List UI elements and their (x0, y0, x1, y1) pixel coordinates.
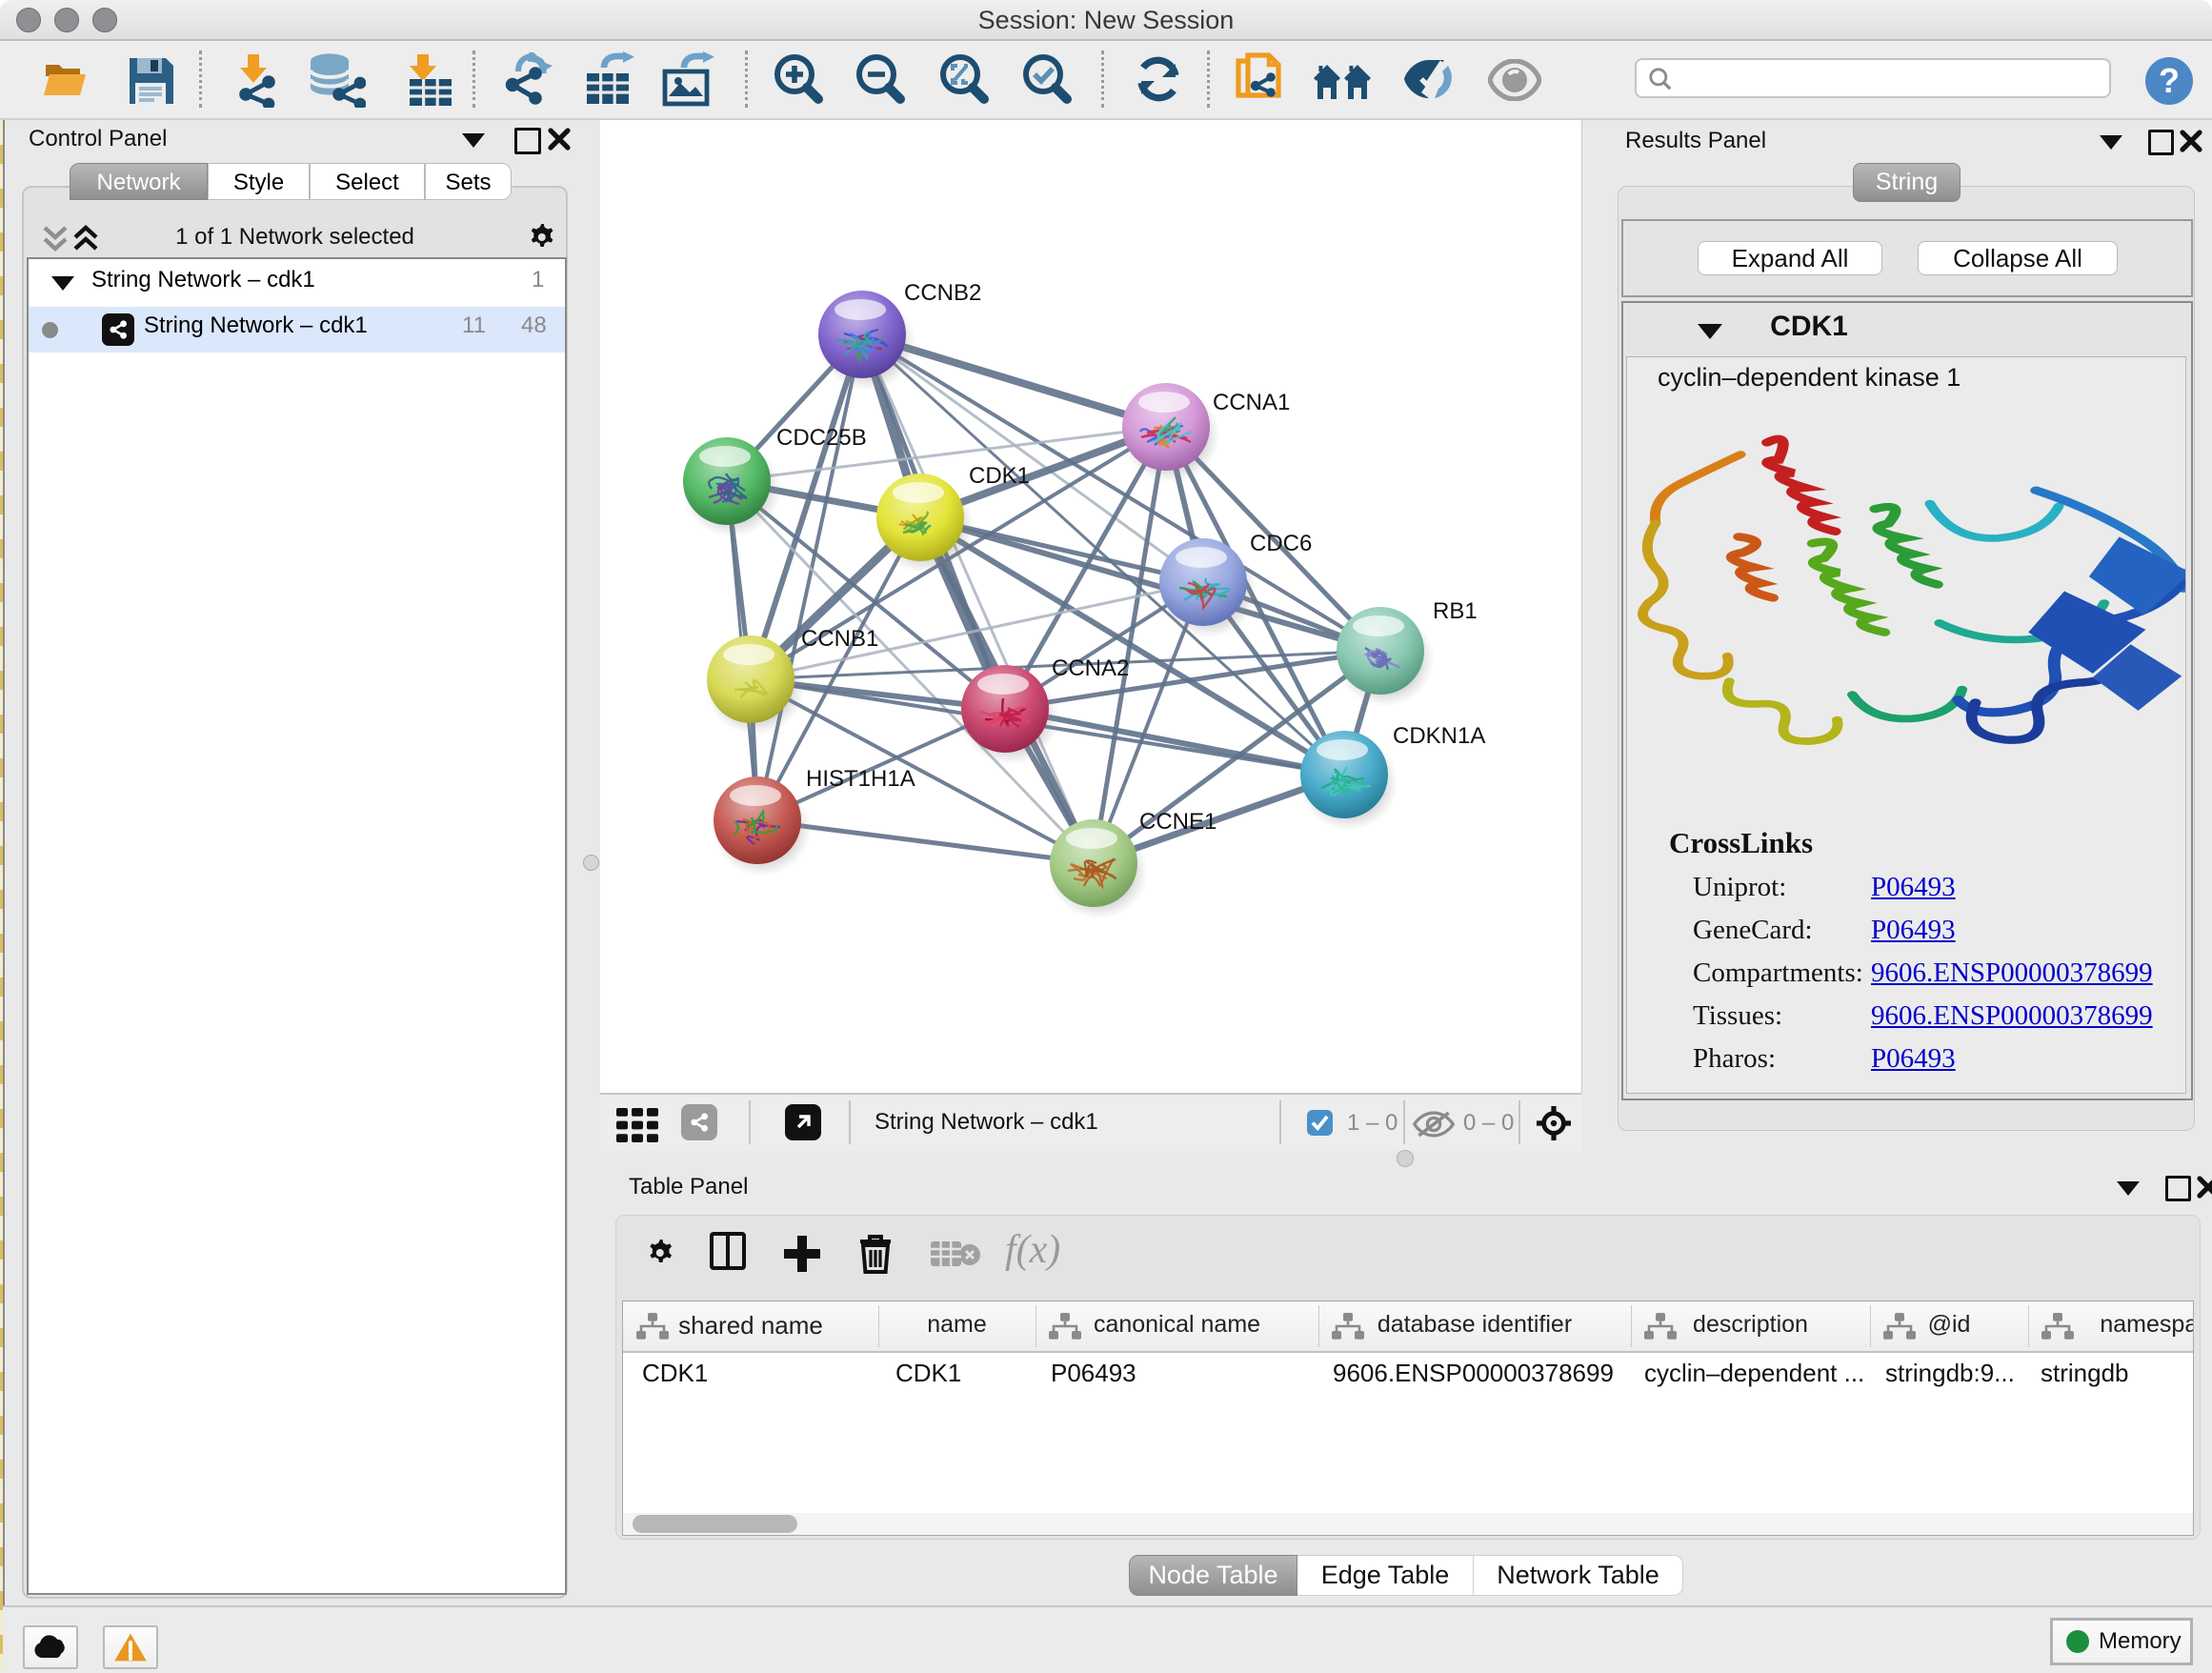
svg-text:RB1: RB1 (1433, 598, 1478, 624)
svg-text:CDC6: CDC6 (1250, 531, 1312, 556)
svg-text:CDK1: CDK1 (969, 463, 1030, 489)
svg-text:CDKN1A: CDKN1A (1393, 723, 1485, 749)
svg-text:CCNB1: CCNB1 (801, 626, 878, 652)
svg-text:HIST1H1A: HIST1H1A (806, 766, 915, 792)
svg-text:CDC25B: CDC25B (776, 425, 867, 451)
svg-text:CCNE1: CCNE1 (1139, 809, 1217, 835)
svg-text:CCNA1: CCNA1 (1213, 390, 1290, 415)
svg-text:CCNA2: CCNA2 (1052, 655, 1129, 681)
svg-text:CCNB2: CCNB2 (904, 280, 981, 306)
